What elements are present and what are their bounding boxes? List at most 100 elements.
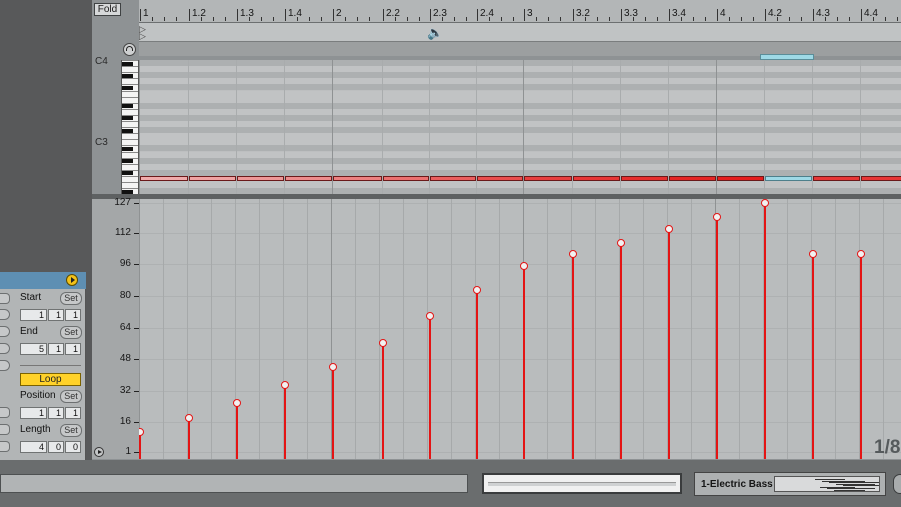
beat-ruler[interactable]: 1 1.2 1.3 1.4 2 2.2 2.3 2.4 3 3.2 3.3 3.4 4 4.2 4.3 4.4	[139, 0, 901, 23]
note-row[interactable]	[139, 121, 901, 127]
note-row[interactable]	[139, 90, 901, 97]
edge-button[interactable]	[0, 441, 10, 452]
length-set-button[interactable]: Set	[60, 424, 82, 437]
black-key[interactable]	[122, 146, 133, 151]
velocity-handle[interactable]	[617, 238, 625, 247]
velocity-handle[interactable]	[329, 363, 337, 372]
black-key[interactable]	[122, 104, 133, 109]
midi-note[interactable]	[383, 176, 429, 181]
velocity-lane[interactable]	[139, 199, 901, 459]
velocity-stem[interactable]	[620, 242, 622, 459]
edge-button[interactable]	[0, 424, 10, 435]
start-bar-field[interactable]: 1	[20, 309, 47, 321]
velocity-stem[interactable]	[764, 203, 766, 459]
black-key[interactable]	[122, 61, 133, 66]
midi-note[interactable]	[189, 176, 236, 181]
note-row[interactable]	[139, 114, 901, 121]
overview-field[interactable]	[482, 473, 682, 494]
note-row[interactable]	[139, 169, 901, 176]
midi-note[interactable]	[430, 176, 476, 181]
edge-button[interactable]	[0, 293, 10, 304]
velocity-handle[interactable]	[761, 199, 769, 207]
note-row[interactable]	[139, 66, 901, 73]
velocity-stem[interactable]	[812, 254, 814, 459]
note-row[interactable]	[139, 60, 901, 66]
black-key[interactable]	[122, 128, 133, 133]
velocity-handle[interactable]	[569, 250, 577, 259]
loop-strip[interactable]: ▷ ▷ 🔈	[139, 23, 901, 42]
black-key[interactable]	[122, 189, 133, 194]
midi-note[interactable]	[140, 176, 188, 181]
velocity-stem[interactable]	[332, 367, 334, 459]
note-row[interactable]	[139, 163, 901, 170]
position-set-button[interactable]: Set	[60, 390, 82, 403]
position-beat-field[interactable]: 1	[48, 407, 64, 419]
black-key[interactable]	[122, 85, 133, 90]
velocity-handle[interactable]	[520, 262, 528, 271]
velocity-stem[interactable]	[716, 216, 718, 459]
position-bar-field[interactable]: 1	[20, 407, 47, 419]
black-key[interactable]	[122, 159, 133, 164]
note-row[interactable]	[139, 96, 901, 103]
note-row[interactable]	[139, 84, 901, 91]
velocity-stem[interactable]	[188, 418, 190, 459]
end-set-button[interactable]: Set	[60, 326, 82, 339]
note-row[interactable]	[139, 139, 901, 146]
velocity-handle[interactable]	[665, 224, 673, 233]
midi-note[interactable]	[333, 176, 382, 181]
end-sixteenth-field[interactable]: 1	[65, 343, 81, 355]
velocity-stem[interactable]	[139, 432, 141, 459]
note-row[interactable]	[139, 145, 901, 152]
velocity-stem[interactable]	[572, 254, 574, 459]
midi-note[interactable]	[477, 176, 523, 181]
midi-note[interactable]	[621, 176, 668, 181]
velocity-stem[interactable]	[284, 384, 286, 459]
length-sixteenth-field[interactable]: 0	[65, 441, 81, 453]
velocity-handle[interactable]	[233, 398, 241, 407]
fold-button[interactable]: Fold	[94, 3, 121, 16]
note-row[interactable]	[139, 133, 901, 140]
length-beat-field[interactable]: 0	[48, 441, 64, 453]
velocity-handle[interactable]	[809, 250, 817, 259]
velocity-handle[interactable]	[139, 428, 144, 437]
speaker-icon[interactable]: 🔈	[427, 25, 443, 41]
note-row[interactable]	[139, 157, 901, 164]
black-key[interactable]	[122, 73, 133, 78]
note-row[interactable]	[139, 151, 901, 158]
midi-note[interactable]	[861, 176, 901, 181]
midi-note[interactable]	[573, 176, 620, 181]
end-beat-field[interactable]: 1	[48, 343, 64, 355]
velocity-handle[interactable]	[281, 380, 289, 389]
note-row[interactable]	[139, 72, 901, 79]
start-sixteenth-field[interactable]: 1	[65, 309, 81, 321]
start-set-button[interactable]: Set	[60, 292, 82, 305]
midi-note[interactable]	[285, 176, 332, 181]
velocity-handle[interactable]	[713, 212, 721, 221]
velocity-stem[interactable]	[382, 343, 384, 459]
velocity-handle[interactable]	[379, 339, 387, 348]
midi-note[interactable]	[669, 176, 716, 181]
length-bar-field[interactable]: 4	[20, 441, 47, 453]
velocity-stem[interactable]	[523, 266, 525, 459]
black-key[interactable]	[122, 171, 133, 176]
midi-note[interactable]	[524, 176, 572, 181]
note-row[interactable]	[139, 102, 901, 109]
headphone-icon[interactable]	[123, 43, 136, 56]
note-grid[interactable]	[139, 60, 901, 194]
velocity-stem[interactable]	[429, 315, 431, 459]
note-row[interactable]	[139, 127, 901, 134]
velocity-handle[interactable]	[185, 414, 193, 423]
velocity-handle[interactable]	[857, 250, 865, 259]
play-icon[interactable]	[94, 447, 104, 457]
velocity-stem[interactable]	[668, 228, 670, 459]
loop-button[interactable]: Loop	[20, 373, 81, 386]
note-row[interactable]	[139, 78, 901, 85]
midi-note[interactable]	[237, 176, 284, 181]
round-knob[interactable]	[893, 474, 901, 494]
arrow-right-icon[interactable]	[66, 274, 78, 286]
position-sixteenth-field[interactable]: 1	[65, 407, 81, 419]
end-bar-field[interactable]: 5	[20, 343, 47, 355]
velocity-stem[interactable]	[236, 402, 238, 459]
velocity-handle[interactable]	[473, 285, 481, 294]
midi-note[interactable]	[813, 176, 860, 181]
